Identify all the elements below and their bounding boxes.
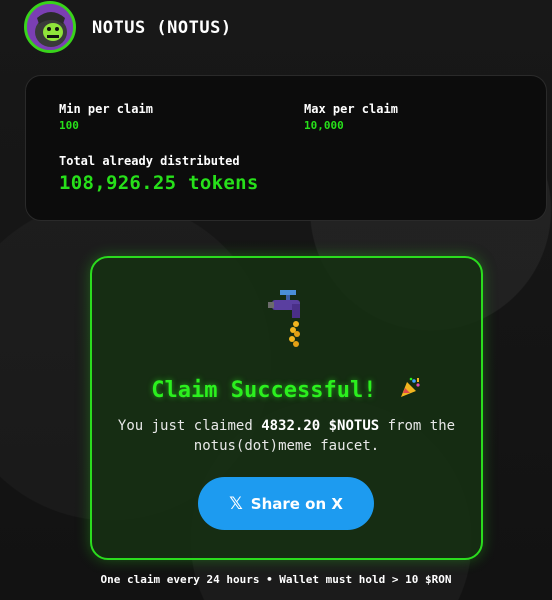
min-per-claim-label: Min per claim (59, 102, 153, 116)
share-button-label: Share on X (250, 494, 343, 513)
claim-rules-footer: One claim every 24 hours • Wallet must h… (100, 573, 452, 586)
party-popper-icon (398, 376, 422, 406)
claim-success-card: Claim Successful! You just claimed 4832.… (90, 256, 483, 560)
claim-message: You just claimed 4832.20 $NOTUS from the… (104, 416, 469, 456)
claim-success-title: Claim Successful! (151, 378, 377, 403)
total-distributed-value: 108,926.25 tokens (59, 172, 259, 194)
claim-success-heading: Claim Successful! (92, 376, 481, 406)
claimed-amount: 4832.20 $NOTUS (261, 418, 380, 434)
x-logo-icon: 𝕏 (229, 493, 243, 514)
max-per-claim-value: 10,000 (304, 119, 344, 132)
token-header: NOTUS (NOTUS) (24, 0, 232, 56)
token-title: NOTUS (NOTUS) (92, 18, 232, 38)
gorilla-avatar-icon (24, 1, 76, 53)
faucet-icon (266, 286, 310, 356)
stats-panel: Min per claim 100 Max per claim 10,000 T… (25, 75, 547, 221)
total-distributed-label: Total already distributed (59, 154, 240, 168)
claim-message-prefix: You just claimed (117, 418, 262, 434)
max-per-claim-label: Max per claim (304, 102, 398, 116)
min-per-claim-value: 100 (59, 119, 79, 132)
share-on-x-button[interactable]: 𝕏 Share on X (198, 477, 374, 530)
